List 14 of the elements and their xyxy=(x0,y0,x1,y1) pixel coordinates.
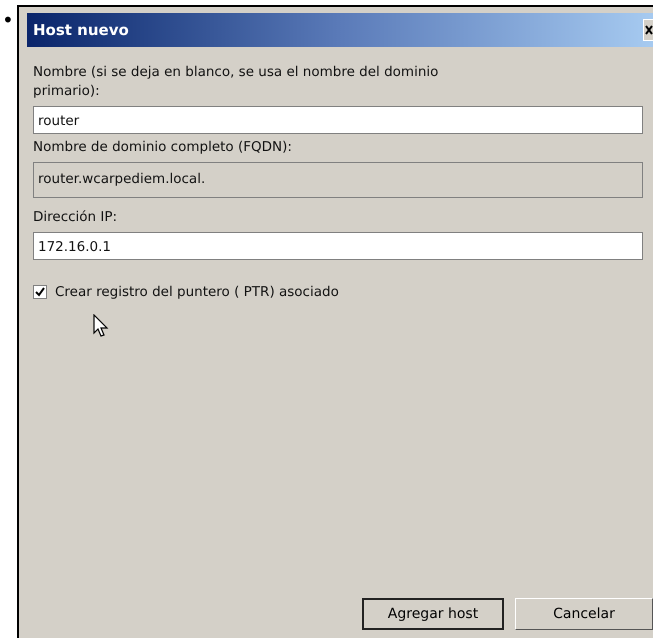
field-label: Nombre de dominio completo (FQDN): xyxy=(33,138,293,157)
field-label: Nombre (si se deja en blanco, se usa el nombre del dominio primario): xyxy=(33,63,440,101)
bullet: • xyxy=(2,10,14,30)
mouse-pointer-icon xyxy=(93,314,109,338)
checkbox-label: Crear registro del puntero ( PTR) asociado xyxy=(55,283,339,302)
window-title: Host nuevo xyxy=(33,20,129,41)
dialog-button[interactable]: Agregar host xyxy=(362,598,504,630)
close-button[interactable] xyxy=(643,19,653,41)
checkbox[interactable] xyxy=(33,285,47,300)
text-field[interactable]: router xyxy=(33,106,643,134)
text-field[interactable]: 172.16.0.1 xyxy=(33,232,643,260)
field-label: Dirección IP: xyxy=(33,208,118,227)
dialog-button[interactable]: Cancelar xyxy=(515,598,653,630)
close-icon xyxy=(645,25,653,35)
